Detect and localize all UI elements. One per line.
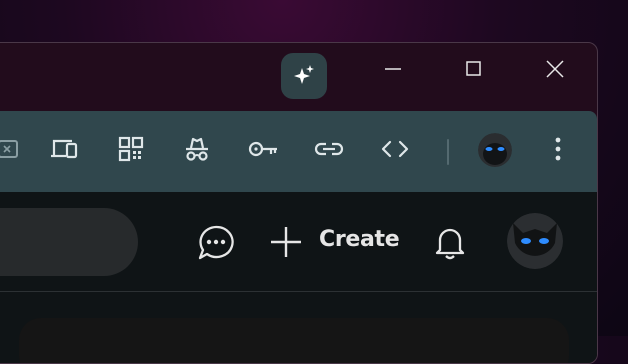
screenshot-button[interactable]: [0, 131, 27, 167]
copilot-sparkle-icon: [294, 65, 314, 84]
plus-icon: [271, 227, 301, 257]
title-bar: [0, 43, 597, 111]
header-divider: [0, 291, 597, 292]
link-icon: [314, 142, 344, 156]
incognito-icon: [186, 137, 208, 161]
close-icon: [546, 60, 564, 78]
create-button[interactable]: [268, 224, 304, 260]
more-options-button[interactable]: [540, 131, 576, 167]
messages-button[interactable]: [196, 223, 236, 263]
browser-toolbar: [0, 111, 597, 192]
qr-code-button[interactable]: [113, 131, 149, 167]
cat-avatar-icon: [507, 213, 563, 269]
screenshot-icon: [0, 140, 18, 158]
devices-button[interactable]: [47, 131, 83, 167]
passwords-button[interactable]: [245, 131, 281, 167]
maximize-icon: [466, 61, 481, 76]
video-thumbnail[interactable]: [19, 318, 569, 363]
copilot-button[interactable]: [281, 53, 327, 99]
copy-link-button[interactable]: [311, 131, 347, 167]
incognito-button[interactable]: [179, 131, 215, 167]
create-label[interactable]: Create: [319, 227, 400, 252]
key-icon: [248, 141, 277, 157]
code-icon: [381, 140, 409, 158]
page-content: Create: [0, 192, 597, 363]
avatar[interactable]: [507, 213, 563, 269]
devices-icon: [51, 139, 78, 159]
cat-avatar-icon: [478, 133, 512, 167]
bell-icon: [435, 228, 465, 260]
maximize-button[interactable]: [449, 51, 499, 87]
developer-tools-button[interactable]: [377, 131, 413, 167]
chat-bubble-icon: [198, 225, 234, 260]
minimize-button[interactable]: [368, 51, 418, 87]
qr-code-icon: [118, 136, 144, 162]
toolbar-separator: [447, 139, 449, 165]
more-options-icon: [555, 137, 561, 161]
browser-window: Create: [0, 42, 598, 364]
profile-avatar[interactable]: [478, 133, 512, 167]
notifications-button[interactable]: [431, 222, 469, 262]
minimize-icon: [385, 68, 401, 70]
close-button[interactable]: [530, 51, 580, 87]
search-input[interactable]: [0, 208, 138, 276]
